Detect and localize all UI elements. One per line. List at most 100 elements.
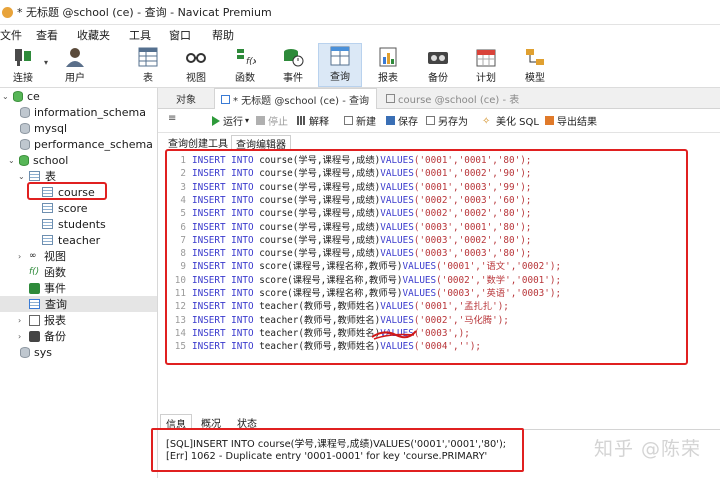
sql-annotation-box <box>165 149 688 365</box>
menu-window[interactable]: 窗口 <box>169 27 191 43</box>
user-icon <box>66 48 84 67</box>
title-bar: * 无标题 @school (ce) - 查询 - Navicat Premiu… <box>0 0 720 25</box>
save-button[interactable]: 保存 <box>386 113 418 128</box>
window-title: * 无标题 @school (ce) - 查询 - Navicat Premiu… <box>17 6 272 19</box>
table-icon <box>138 47 158 67</box>
navicat-app-icon <box>2 6 13 18</box>
tab-active-query[interactable]: * 无标题 @school (ce) - 查询 <box>214 88 377 109</box>
tree-db-school[interactable]: ⌄ school <box>8 152 68 168</box>
menu-lines-icon[interactable]: ≡ <box>168 113 176 124</box>
explain-icon <box>297 116 306 125</box>
view-button[interactable]: 视图 <box>180 43 212 87</box>
run-button[interactable]: 运行 ▾ <box>212 113 249 128</box>
save-as-icon <box>426 116 435 125</box>
function-icon: f() <box>29 266 40 277</box>
connection-icon <box>13 90 23 102</box>
collapse-arrow-icon[interactable]: ⌄ <box>2 92 10 101</box>
query-icon <box>29 299 40 309</box>
table-button[interactable]: 表 <box>133 43 163 87</box>
model-icon <box>526 49 544 65</box>
tree-functions[interactable]: f() 函数 <box>29 264 66 280</box>
tree-table-score[interactable]: score <box>42 200 88 216</box>
query-toolbar: ≡ 运行 ▾ 停止 解释 新建 保存 另存为 ✧ 美化 SQL 导出结果 <box>158 109 720 133</box>
tree-db-sys[interactable]: sys <box>20 344 52 360</box>
model-button[interactable]: 模型 <box>519 43 551 87</box>
menu-view[interactable]: 查看 <box>36 27 58 43</box>
export-icon <box>545 116 554 125</box>
menu-help[interactable]: 帮助 <box>212 27 234 43</box>
svg-text:f(x): f(x) <box>246 57 256 67</box>
table-icon <box>386 94 395 103</box>
expand-arrow-icon[interactable]: › <box>18 316 26 325</box>
tab-query-editor[interactable]: 查询编辑器 <box>231 135 291 151</box>
magic-wand-icon: ✧ <box>482 116 491 127</box>
report-button[interactable]: 报表 <box>372 43 404 87</box>
collapse-arrow-icon[interactable]: ⌄ <box>18 172 26 181</box>
export-results-button[interactable]: 导出结果 <box>545 113 597 128</box>
backup-icon <box>428 52 448 64</box>
function-button[interactable]: f(x) 函数 <box>229 43 261 87</box>
error-annotation-box <box>151 428 524 472</box>
expand-arrow-icon[interactable]: › <box>18 252 26 261</box>
function-icon: f(x) <box>237 49 256 67</box>
new-query-button[interactable]: 新建 <box>344 113 376 128</box>
document-tabs: 对象 * 无标题 @school (ce) - 查询 course @schoo… <box>158 88 720 109</box>
tree-table-students[interactable]: students <box>42 216 106 232</box>
connect-dropdown-icon[interactable]: ▾ <box>44 58 48 67</box>
tree-reports[interactable]: › 报表 <box>18 312 66 328</box>
tree-queries[interactable]: 查询 <box>0 296 157 312</box>
database-icon <box>20 138 30 150</box>
tree-events[interactable]: 事件 <box>29 280 66 296</box>
scribble-annotation <box>371 330 417 340</box>
play-icon <box>212 115 220 126</box>
event-icon <box>284 49 304 67</box>
tab-course-table[interactable]: course @school (ce) - 表 <box>380 88 525 109</box>
report-icon <box>29 314 40 326</box>
calendar-icon <box>476 49 496 67</box>
database-icon <box>20 346 30 358</box>
beautify-sql-button[interactable]: ✧ 美化 SQL <box>482 113 539 128</box>
tab-objects[interactable]: 对象 <box>170 88 202 109</box>
tree-table-teacher[interactable]: teacher <box>42 232 100 248</box>
save-as-button[interactable]: 另存为 <box>426 113 468 128</box>
query-icon <box>330 46 350 66</box>
tree-db-mysql[interactable]: mysql <box>20 120 67 136</box>
plug-icon <box>15 49 31 66</box>
connect-button[interactable]: 连接 <box>8 43 38 87</box>
tab-query-builder[interactable]: 查询创建工具 <box>164 135 232 150</box>
menu-file[interactable]: 文件 <box>0 27 22 43</box>
glasses-icon: ∞ <box>29 250 37 261</box>
query-button[interactable]: 查询 <box>318 43 362 87</box>
tree-backups[interactable]: › 备份 <box>18 328 66 344</box>
user-button[interactable]: 用户 <box>58 43 92 87</box>
tree-db-performance-schema[interactable]: performance_schema <box>20 136 153 152</box>
table-icon <box>42 203 53 213</box>
query-mode-tabs: 查询创建工具 查询编辑器 <box>158 133 720 151</box>
tree-views[interactable]: › ∞ 视图 <box>18 248 66 264</box>
expand-arrow-icon[interactable]: › <box>18 332 26 341</box>
tree-connection-ce[interactable]: ⌄ ce <box>2 88 40 104</box>
new-file-icon <box>344 116 353 125</box>
explain-button[interactable]: 解释 <box>297 113 329 128</box>
report-icon <box>379 47 397 67</box>
schedule-button[interactable]: 计划 <box>470 43 502 87</box>
backup-button[interactable]: 备份 <box>422 43 454 87</box>
database-icon <box>19 154 29 166</box>
table-icon <box>42 235 53 245</box>
tree-db-information-schema[interactable]: information_schema <box>20 104 146 120</box>
menu-favorites[interactable]: 收藏夹 <box>77 27 110 43</box>
glasses-icon <box>186 53 206 63</box>
stop-button[interactable]: 停止 <box>256 113 288 128</box>
stop-icon <box>256 116 265 125</box>
navigation-tree: ⌄ ce information_schema mysql performanc… <box>0 88 158 478</box>
save-icon <box>386 116 395 125</box>
database-icon <box>20 122 30 134</box>
menu-tools[interactable]: 工具 <box>129 27 151 43</box>
event-button[interactable]: 事件 <box>277 43 309 87</box>
event-icon <box>29 282 40 294</box>
collapse-arrow-icon[interactable]: ⌄ <box>8 156 16 165</box>
query-icon <box>221 94 230 104</box>
watermark: 知乎 @陈荣 <box>594 438 702 460</box>
chevron-down-icon: ▾ <box>245 116 250 125</box>
database-icon <box>20 106 30 118</box>
